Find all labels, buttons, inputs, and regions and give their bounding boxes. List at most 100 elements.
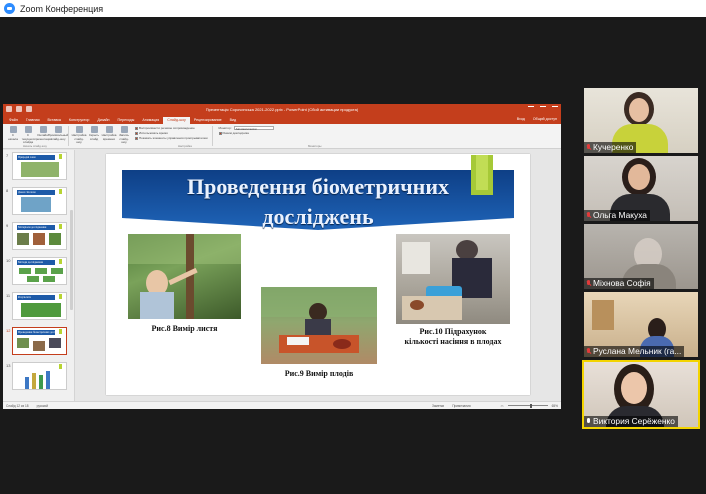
thumbnail-row[interactable]: 13 <box>3 362 74 392</box>
record-show-button[interactable]: Запись слайд-шоу <box>118 126 130 146</box>
custom-show-button[interactable]: Произвольный слайд-шоу <box>48 126 68 146</box>
checkbox-icon <box>135 126 138 130</box>
participant-tile[interactable]: Міхнова Софія <box>584 224 698 289</box>
setup-icon <box>75 126 83 133</box>
normal-view-icon[interactable]: ▭ <box>501 404 504 408</box>
checkbox-icon <box>218 131 222 135</box>
close-icon[interactable] <box>552 106 558 112</box>
share-button[interactable]: Общий доступ <box>533 117 557 121</box>
photo-seed-counting <box>396 234 510 324</box>
presenter-view-check[interactable]: Режим докладчика <box>218 131 274 135</box>
participant-tile[interactable]: Руслана Мельник (га... <box>584 292 698 357</box>
thumbnail-row[interactable]: 8 Доказ гіпотези <box>3 187 74 217</box>
tab-animations[interactable]: Анимация <box>138 117 163 124</box>
thumbnail-row[interactable]: 10 Методи дослідження <box>3 257 74 287</box>
thumbnail-row-selected[interactable]: 12 Проведення біометричних досліджень <box>3 327 74 357</box>
participant-tile[interactable]: Кучеренко <box>584 88 698 153</box>
zoom-level[interactable]: 65% <box>552 404 558 408</box>
slide-thumbnail[interactable]: Доказ гіпотези <box>12 187 67 215</box>
window-title: Zoom Конференция <box>20 3 104 14</box>
mic-muted-icon <box>586 143 591 152</box>
tab-file[interactable]: Файл <box>5 117 22 124</box>
from-beginning-button[interactable]: С начала <box>7 126 19 146</box>
from-current-button[interactable]: С текущего слайда <box>22 126 34 146</box>
globe-icon <box>39 126 47 133</box>
ribbon-separator <box>68 126 69 146</box>
tab-design[interactable]: Дизайн <box>93 117 113 124</box>
checkbox-icon <box>135 136 138 140</box>
language-indicator[interactable]: русский <box>37 404 48 408</box>
slide-counter: Слайд 12 из 18 <box>6 403 29 408</box>
mic-muted-icon <box>586 211 591 220</box>
timer-icon <box>105 126 113 133</box>
slide-thumbnail[interactable]: Матеріали дослідження <box>12 222 67 250</box>
tab-insert[interactable]: Вставка <box>44 117 65 124</box>
redo-icon[interactable] <box>26 106 32 112</box>
undo-icon[interactable] <box>16 106 22 112</box>
participant-tile-active-speaker[interactable]: Виктория Серёженко <box>582 360 700 429</box>
caption-fig8: Рис.8 Вимір листя <box>151 324 218 333</box>
group-label-setup: Настройка <box>178 144 192 148</box>
tab-review[interactable]: Рецензирование <box>190 117 226 124</box>
caption-fig9: Рис.9 Вимір плодів <box>284 369 354 378</box>
play-icon <box>9 126 17 133</box>
mic-active-icon <box>586 417 591 426</box>
maximize-icon[interactable] <box>540 106 546 112</box>
thumbnail-row[interactable]: 9 Матеріали дослідження <box>3 222 74 252</box>
account-area: Вход Общий доступ <box>517 117 557 121</box>
play-narrations-check[interactable]: Воспроизвести речевое сопровождение <box>135 126 208 130</box>
slide-thumbnail[interactable]: Природні зони <box>12 152 67 180</box>
slide-thumbnail-selected[interactable]: Проведення біометричних досліджень <box>12 327 67 355</box>
shared-screen: Презентація Сорочинська 2021-2022.pptx -… <box>3 104 561 409</box>
zoom-slider[interactable] <box>507 403 548 408</box>
thumbnail-row[interactable]: 11 Результати <box>3 292 74 322</box>
use-timings-check[interactable]: Использовать время <box>135 131 208 135</box>
play-current-icon <box>24 126 32 133</box>
mic-muted-icon <box>586 279 591 288</box>
participant-name: Ольга Макуха <box>584 210 650 221</box>
checkbox-icon <box>135 131 138 135</box>
notes-button[interactable]: Заметки <box>432 404 444 408</box>
hide-slide-button[interactable]: Скрыть слайд <box>88 126 100 146</box>
slide-thumbnail[interactable]: Результати <box>12 292 67 320</box>
participant-tile[interactable]: Ольга Макуха <box>584 156 698 221</box>
monitor-select[interactable]: Монитор: Автоматически <box>219 126 274 131</box>
group-label-monitors: Мониторы <box>308 144 322 148</box>
media-controls-check[interactable]: Показать элементы управления проигрывате… <box>135 136 208 140</box>
setup-options: Воспроизвести речевое сопровождение Испо… <box>135 126 208 146</box>
signin-link[interactable]: Вход <box>517 117 525 121</box>
tab-slideshow[interactable]: Слайд-шоу <box>163 117 190 124</box>
ppt-workspace: 7 Природні зони 8 Доказ гіпотези 9 Матер… <box>3 150 561 401</box>
zoom-title-bar: Zoom Конференция <box>0 0 706 17</box>
group-label-start: Начать слайд-шоу <box>23 144 47 148</box>
participant-name: Кучеренко <box>584 142 637 153</box>
record-icon <box>120 126 128 133</box>
custom-show-icon <box>54 126 62 133</box>
tab-transitions[interactable]: Переходы <box>113 117 138 124</box>
zoom-logo-icon <box>4 3 15 14</box>
tab-view[interactable]: Вид <box>226 117 241 124</box>
ribbon-separator <box>211 126 213 146</box>
comments-button[interactable]: Примечания <box>452 404 470 408</box>
photo-fruit-measurement <box>261 287 377 364</box>
thumbnail-row[interactable]: 7 Природні зони <box>3 152 74 182</box>
ribbon: С начала С текущего слайда Онлайн-презен… <box>3 124 561 149</box>
tab-home[interactable]: Главная <box>22 117 44 124</box>
thumbnail-scrollbar[interactable] <box>70 210 73 310</box>
rehearse-timings-button[interactable]: Настройка времени <box>102 126 116 146</box>
window-controls <box>528 106 558 112</box>
tab-designer[interactable]: Конструктор <box>65 117 94 124</box>
slide-thumbnail-panel: 7 Природні зони 8 Доказ гіпотези 9 Матер… <box>3 150 75 401</box>
slide-thumbnail[interactable]: Методи дослідження <box>12 257 67 285</box>
minimize-icon[interactable] <box>528 106 534 112</box>
slide-thumbnail[interactable] <box>12 362 67 390</box>
caption-fig10: Рис.10 Підрахунок кількості насіння в пл… <box>404 327 502 346</box>
participant-name: Виктория Серёженко <box>584 416 678 427</box>
save-icon[interactable] <box>6 106 12 112</box>
quick-access-toolbar <box>6 106 32 112</box>
mic-muted-icon <box>586 347 591 356</box>
slide-title-line1: Проведення біометричних <box>187 174 449 199</box>
setup-show-button[interactable]: Настройка слайд-шоу <box>72 126 86 146</box>
zoom-slider-knob[interactable] <box>529 403 532 408</box>
current-slide: Проведення біометричних досліджень Рис.8… <box>106 154 530 395</box>
